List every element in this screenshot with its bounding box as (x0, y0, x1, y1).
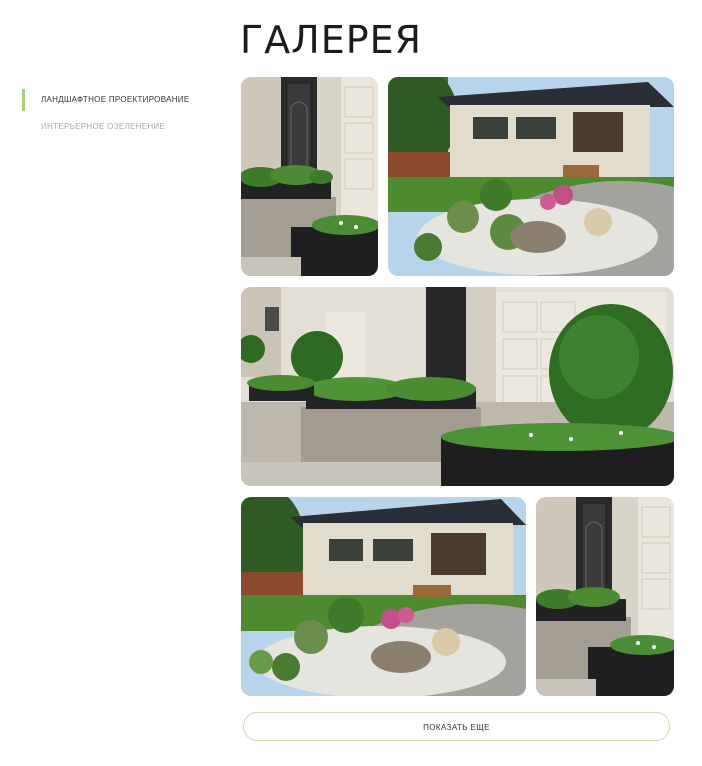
sidebar-item-interior-greening[interactable]: ИНТЕРЬЕРНОЕ ОЗЕЛЕНЕНИЕ (22, 115, 222, 139)
gallery-image-door-planter-2[interactable] (536, 497, 674, 696)
show-more-button[interactable]: ПОКАЗАТЬ ЕЩЕ (243, 712, 670, 741)
gallery-category-menu: ЛАНДШАФТНОЕ ПРОЕКТИРОВАНИЕ ИНТЕРЬЕРНОЕ О… (22, 88, 222, 139)
page-title: ГАЛЕРЕЯ (240, 18, 423, 62)
gallery-image-house-garden[interactable] (388, 77, 674, 276)
gallery-image-garage-topiary[interactable] (241, 287, 674, 486)
gallery-image-house-garden-2[interactable] (241, 497, 526, 696)
sidebar-item-landscape-design[interactable]: ЛАНДШАФТНОЕ ПРОЕКТИРОВАНИЕ (22, 88, 222, 112)
gallery-image-door-planter[interactable] (241, 77, 378, 276)
